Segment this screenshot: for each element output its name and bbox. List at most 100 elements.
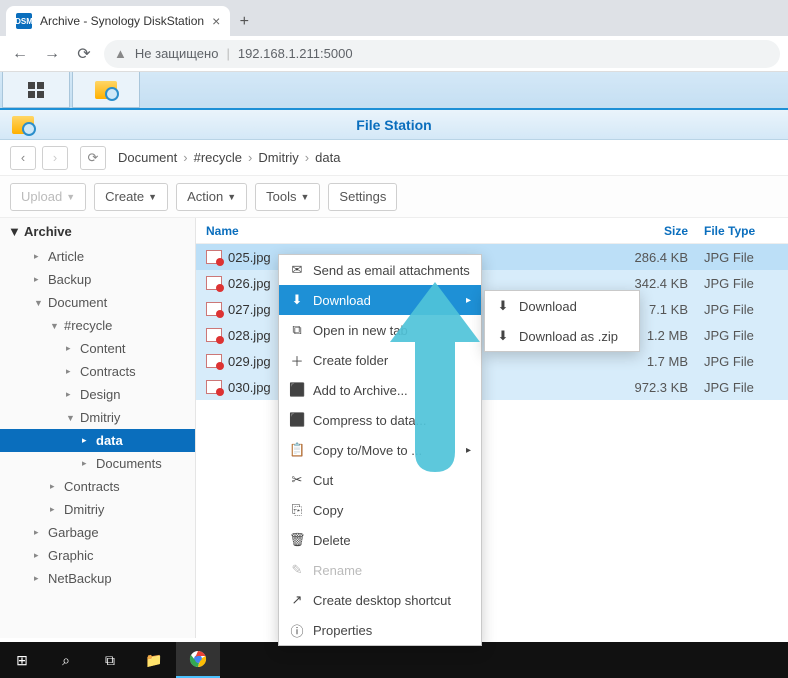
action-toolbar: Upload▼ Create▼ Action▼ Tools▼ Settings [0,176,788,218]
ctx-item-compress-to-data[interactable]: ⬛Compress to data... [279,405,481,435]
ctx-item-delete[interactable]: 🗑 Delete [279,525,481,555]
ctx-item-copy-to-move-to[interactable]: 📋Copy to/Move to ...▸ [279,435,481,465]
taskview-button[interactable]: ⧉ [88,642,132,678]
ctx-subitem-download[interactable]: ⬇Download [485,291,639,321]
chevron-right-icon: ▸ [66,389,76,400]
ctx-icon: ✉ [289,262,305,278]
breadcrumb-item[interactable]: data [315,150,340,165]
sidebar-item-label: Design [80,387,120,402]
sidebar-item-backup[interactable]: ▸Backup [0,268,195,291]
ctx-label: Delete [313,533,351,548]
ctx-item-add-to-archive[interactable]: ⬛Add to Archive... [279,375,481,405]
sidebar-item-data[interactable]: ▸data [0,429,195,452]
start-button[interactable]: ⊞ [0,642,44,678]
not-secure-icon: ▲ [114,46,127,61]
sidebar-item-garbage[interactable]: ▸Garbage [0,521,195,544]
ctx-label: Download [313,293,371,308]
col-type[interactable]: File Type [698,224,788,238]
chevron-down-icon: ▼ [34,298,44,308]
nav-back-button[interactable]: ‹ [10,146,36,170]
dsm-filestation-button[interactable] [72,72,140,108]
browser-tab-strip: DSM Archive - Synology DiskStation × + [0,0,788,36]
breadcrumb-sep: › [305,150,309,165]
sidebar-item-article[interactable]: ▸Article [0,245,195,268]
browser-tab[interactable]: DSM Archive - Synology DiskStation × [6,6,230,36]
ctx-icon: 🗑 [289,532,305,548]
sidebar-item-dmitriy[interactable]: ▼Dmitriy [0,406,195,429]
file-size: 972.3 KB [608,380,698,395]
new-tab-button[interactable]: + [230,8,258,36]
ctx-icon: ⬛ [289,412,305,428]
breadcrumb-item[interactable]: #recycle [194,150,242,165]
sidebar-item-label: Article [48,249,84,264]
ctx-item-cut[interactable]: ✂Cut [279,465,481,495]
sidebar-item-design[interactable]: ▸ Design [0,383,195,406]
sidebar-item-documents[interactable]: ▸ Documents [0,452,195,475]
address-bar[interactable]: ▲ Не защищено | 192.168.1.211:5000 [104,40,780,68]
reload-button[interactable]: ⟳ [72,42,96,66]
upload-button[interactable]: Upload▼ [10,183,86,211]
ctx-item-create-desktop-shortcut[interactable]: ↗ Create desktop shortcut [279,585,481,615]
tools-button[interactable]: Tools▼ [255,183,320,211]
file-name: 027.jpg [228,302,271,317]
chevron-right-icon: ▸ [66,366,76,377]
ctx-subitem-download-as-zip[interactable]: ⬇Download as .zip [485,321,639,351]
ctx-item-copy[interactable]: ⎘Copy [279,495,481,525]
explorer-button[interactable]: 📁 [132,642,176,678]
create-button[interactable]: Create▼ [94,183,168,211]
ctx-label: Create desktop shortcut [313,593,451,608]
ctx-icon: ✂ [289,472,305,488]
ctx-icon: ⬇ [289,292,305,308]
security-text: Не защищено [135,46,219,61]
download-icon: ⬇ [495,328,511,344]
ctx-item-rename: ✎ Rename [279,555,481,585]
filestation-titlebar: File Station [0,110,788,140]
search-button[interactable]: ⌕ [44,642,88,678]
sidebar-item-document[interactable]: ▼Document [0,291,195,314]
sidebar-item-label: Graphic [48,548,94,563]
sidebar-item-contracts[interactable]: ▸Contracts [0,475,195,498]
forward-button[interactable]: → [40,42,64,66]
action-button[interactable]: Action▼ [176,183,247,211]
sidebar-item-label: Documents [96,456,162,471]
breadcrumb-item[interactable]: Document [118,150,177,165]
sidebar-item-netbackup[interactable]: ▸NetBackup [0,567,195,590]
sidebar-item-label: Content [80,341,126,356]
nav-forward-button[interactable]: › [42,146,68,170]
ctx-icon: ↗ [289,592,305,608]
ctx-icon: ✎ [289,562,305,578]
col-name[interactable]: Name [196,224,608,238]
chevron-right-icon: ▸ [34,550,44,561]
close-icon[interactable]: × [212,13,220,29]
settings-button[interactable]: Settings [328,183,397,211]
ctx-icon: ⎘ [289,502,305,518]
sidebar-item-graphic[interactable]: ▸ Graphic [0,544,195,567]
sidebar-item-contracts[interactable]: ▸Contracts [0,360,195,383]
ctx-label: Copy to/Move to ... [313,443,422,458]
ctx-item-properties[interactable]: ⓘProperties [279,615,481,645]
sidebar-item-dmitriy[interactable]: ▸Dmitriy [0,498,195,521]
sidebar-item-content[interactable]: ▸Content [0,337,195,360]
sidebar-item-label: Contracts [64,479,120,494]
chevron-right-icon: ▸ [82,458,92,469]
sidebar-item-label: Dmitriy [64,502,104,517]
chrome-button[interactable] [176,642,220,678]
nav-refresh-button[interactable]: ⟳ [80,146,106,170]
sidebar-root[interactable]: ▼ Archive [0,218,195,245]
breadcrumb-bar: ‹ › ⟳ Document›#recycle›Dmitriy›data [0,140,788,176]
image-file-icon [206,328,222,342]
ctx-item-download[interactable]: ⬇Download▸ [279,285,481,315]
ctx-icon: ⧉ [289,322,305,338]
image-file-icon [206,302,222,316]
ctx-item-create-folder[interactable]: ＋Create folder [279,345,481,375]
dsm-main-menu-button[interactable] [2,72,70,108]
back-button[interactable]: ← [8,42,32,66]
ctx-item-open-in-new-tab[interactable]: ⧉Open in new tab [279,315,481,345]
sidebar-item-recycle[interactable]: ▼#recycle [0,314,195,337]
ctx-label: Rename [313,563,362,578]
ctx-item-send-as-email-attachments[interactable]: ✉Send as email attachments [279,255,481,285]
col-size[interactable]: Size [608,224,698,238]
context-submenu: ⬇Download⬇Download as .zip [484,290,640,352]
file-size: 286.4 KB [608,250,698,265]
breadcrumb-item[interactable]: Dmitriy [258,150,298,165]
